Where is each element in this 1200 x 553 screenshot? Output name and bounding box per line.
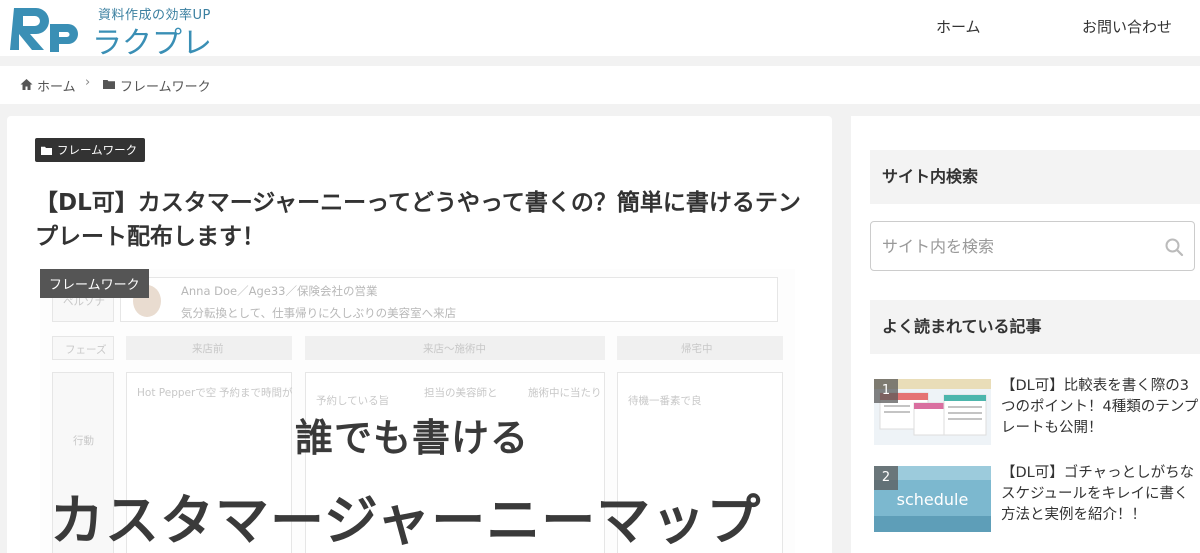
action-label: 行動 [73,435,94,447]
phase-label-cell: フェーズ [52,336,114,360]
site-name[interactable]: ラクプレ [92,18,212,62]
phase-bar: 来店前 [126,336,292,360]
nav-home-link[interactable]: ホーム [936,16,981,37]
search-widget-title: サイト内検索 [870,150,1200,204]
breadcrumb-category-link[interactable]: フレームワーク [120,76,211,95]
phase-name: 来店前 [192,343,224,355]
journey-cell-text: 予約している旨 [316,395,390,407]
breadcrumb-separator: › [85,75,91,90]
breadcrumb-home-link[interactable]: ホーム [37,76,76,95]
popular-article-thumbnail: schedule 2 [874,466,991,532]
journey-cell-text: 待機一番素で良 [628,395,702,407]
article-title: 【DL可】カスタマージャーニーってどうやって書くの？簡単に書けるテンプレート配布… [35,190,801,250]
phase-label: フェーズ [65,344,107,356]
popular-article-thumbnail: 1 [874,379,991,445]
site-logo[interactable] [10,2,84,54]
persona-card: Anna Doe／Age33／保険会社の営業 気分転換として、仕事帰りに久しぶり… [120,277,778,322]
breadcrumb: ホーム › フレームワーク [0,66,1200,104]
search-box [870,221,1195,271]
eyecatch-image[interactable]: ペルソナ Anna Doe／Age33／保険会社の営業 気分転換として、仕事帰り… [40,269,795,553]
article-card: フレームワーク 【DL可】カスタマージャーニーってどうやって書くの？簡単に書ける… [7,116,832,553]
eyecatch-heading: カスタマージャーニーマップ [50,489,762,552]
popular-article-title: 【DL可】ゴチャっとしがちなスケジュールをキレイに書く方法と実例を紹介！！ [1001,465,1195,523]
folder-icon [41,146,52,155]
site-header: 資料作成の効率UP ラクプレ ホーム お問い合わせ [0,0,1200,61]
popular-rank-badge: 1 [874,379,898,403]
nav-contact-link[interactable]: お問い合わせ [1082,16,1172,37]
journey-cell-text: 担当の美容師と [424,387,498,399]
phase-name: 来店～施術中 [423,343,486,355]
sidebar: サイト内検索 よく読まれている記事 1 【DL可】比較表を書く際の3つのポイント… [851,116,1200,553]
journey-cell-text: 予約まで時間が [219,387,293,399]
eyecatch-category-label: フレームワーク [40,269,149,298]
folder-icon [103,80,115,89]
logo-mark-icon [10,8,78,52]
persona-description: 気分転換として、仕事帰りに久しぶりの美容室へ来店 [181,306,457,320]
search-input[interactable] [871,222,1151,270]
search-icon[interactable] [1164,237,1184,257]
phase-bar: 来店～施術中 [305,336,605,360]
eyecatch-subheading: 誰でも書ける [295,416,530,460]
persona-name: Anna Doe／Age33／保険会社の営業 [181,284,378,298]
popular-rank-badge: 2 [874,466,898,490]
home-icon [20,79,33,90]
popular-thumbnail-text: schedule [896,490,969,509]
journey-cell-text: Hot Pepperで空 [137,387,217,399]
phase-name: 帰宅中 [681,343,713,355]
popular-article-title: 【DL可】比較表を書く際の3つのポイント！4種類のテンプレートも公開！ [1001,378,1199,436]
category-badge-label: フレームワーク [57,143,138,157]
journey-cell-text: 施術中に当たり [528,387,602,399]
popular-widget-title: よく読まれている記事 [870,300,1200,354]
category-badge[interactable]: フレームワーク [35,138,146,162]
phase-bar: 帰宅中 [617,336,783,360]
